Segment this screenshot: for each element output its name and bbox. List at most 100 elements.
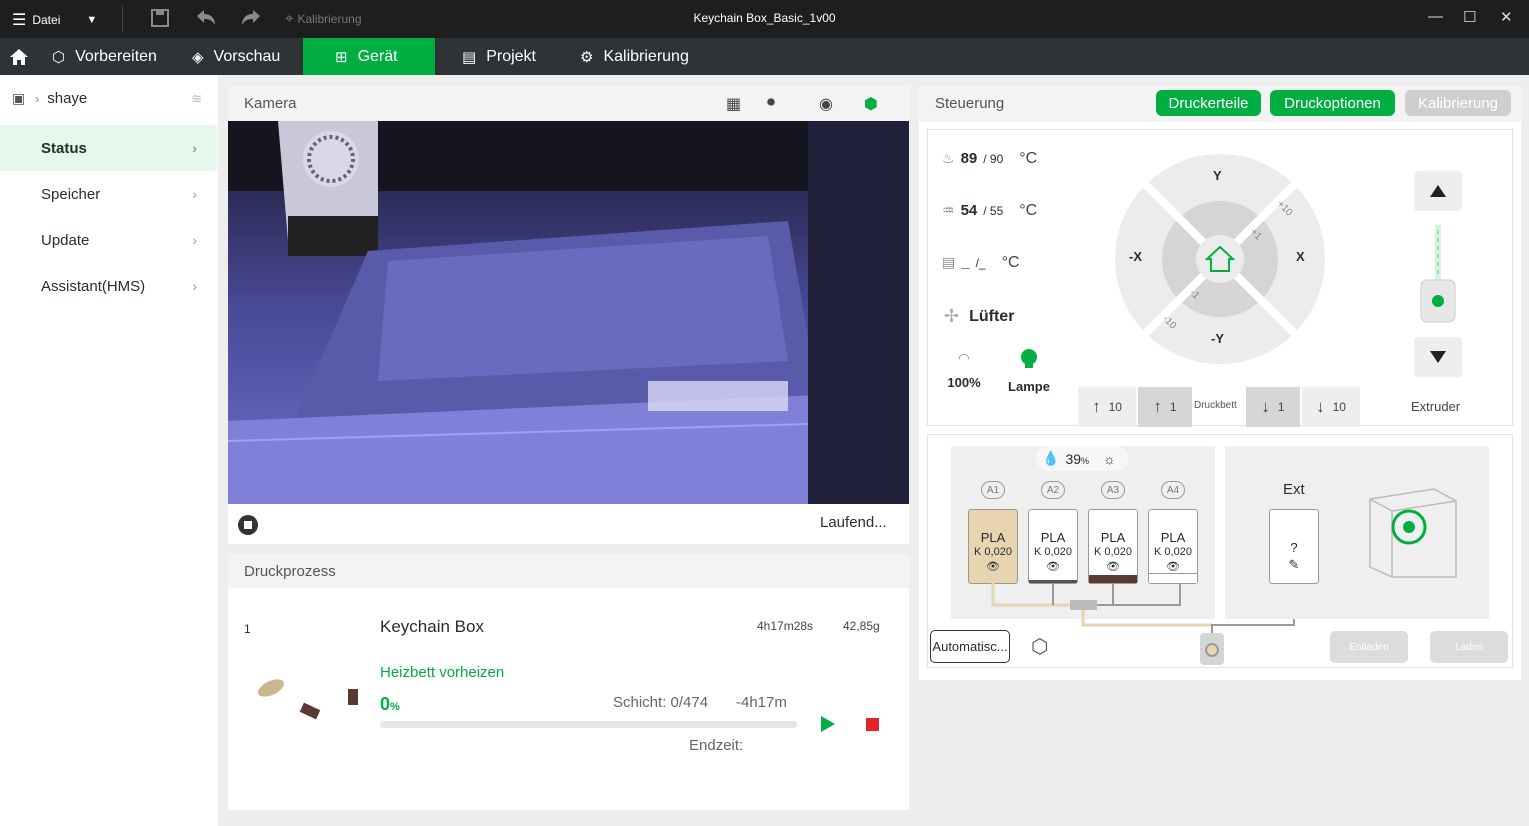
extruder-down-button[interactable] <box>1414 337 1462 377</box>
bed-down-10-button[interactable]: ↓ 10 <box>1302 387 1360 427</box>
title-bar: ☰ Datei ▼ ⌖ Kalibrierung Keychain Box_Ba… <box>0 0 1529 38</box>
sidebar-item-assistant[interactable]: Assistant(HMS) › <box>0 263 217 309</box>
close-icon[interactable]: ✕ <box>1500 8 1513 26</box>
sidebar-item-label: Assistant(HMS) <box>41 277 146 295</box>
timelapse-icon[interactable]: ▦ <box>726 94 741 114</box>
eye-icon: 👁 <box>1166 561 1180 573</box>
auto-refill-button[interactable]: Automatisc... <box>930 630 1010 663</box>
chevron-right-icon: › <box>192 140 197 156</box>
chevron-right-icon: › <box>192 186 197 202</box>
fan-control[interactable]: ✢ Lüfter <box>944 306 1014 327</box>
slot-a1-icon[interactable]: A1 <box>981 481 1005 499</box>
tab-label: Vorschau <box>213 47 281 65</box>
k-value: K 0,020 <box>974 546 1012 558</box>
stop-print-button[interactable] <box>866 718 879 731</box>
nozzle-icon: ♨ <box>942 150 955 166</box>
progress-percentage: 0% <box>380 694 400 715</box>
lamp-control[interactable]: Lampe <box>1007 348 1051 394</box>
ext-label: Ext <box>1283 481 1305 498</box>
k-value: K 0,020 <box>1154 546 1192 558</box>
chamber-temp-value: _ <box>961 254 970 271</box>
heatbed-icon: ♒ <box>942 202 955 218</box>
main-tab-bar: ⬡ Vorbereiten ◈ Vorschau ⊞ Gerät ▤ Proje… <box>0 38 1529 75</box>
plate-number: 1 <box>244 622 251 636</box>
chamber-temp-target: /_ <box>975 256 986 270</box>
bed-temperature[interactable]: ♒ 54 / 55 °C <box>942 202 1037 220</box>
home-tab[interactable] <box>0 38 38 75</box>
jog-x-plus[interactable]: X <box>1296 249 1305 264</box>
maximize-icon[interactable]: ☐ <box>1463 8 1476 26</box>
device-sidebar: ▣ › shaye ≋ Status › Speicher › Update ›… <box>0 75 218 826</box>
jog-x-minus[interactable]: -X <box>1129 249 1142 264</box>
bed-button-label: 1 <box>1169 400 1177 414</box>
unit-label: °C <box>1019 150 1038 167</box>
print-process-title: Druckprozess <box>244 563 336 580</box>
xy-jog-dial[interactable]: Y -Y X -X +10 +1 -1 -10 <box>1114 153 1326 365</box>
tab-project[interactable]: ▤ Projekt <box>448 38 550 75</box>
filament-type: PLA <box>1040 530 1066 545</box>
speed-value: 100% <box>947 375 981 390</box>
sidebar-item-label: Update <box>41 231 90 249</box>
tab-device[interactable]: ⊞ Gerät <box>303 38 435 75</box>
printer-selector[interactable]: ▣ › shaye ≋ <box>12 90 202 107</box>
slot-a4-icon[interactable]: A4 <box>1161 481 1185 499</box>
bed-up-10-button[interactable]: ↑ 10 <box>1078 387 1136 427</box>
gear-icon: ⚙ <box>580 48 594 66</box>
print-duration: 4h17m28s <box>757 619 814 633</box>
sidebar-item-label: Speicher <box>41 185 101 203</box>
print-process-panel: Druckprozess 1 Keychain Box 4h17m28s 42,… <box>228 554 909 810</box>
jog-y-minus[interactable]: -Y <box>1211 331 1224 346</box>
sidebar-item-update[interactable]: Update › <box>0 217 217 263</box>
sidebar-item-label: Status <box>41 139 87 157</box>
stop-stream-icon[interactable] <box>238 515 258 535</box>
window-title: Keychain Box_Basic_1v00 <box>693 11 836 25</box>
eye-icon: 👁 <box>1106 561 1120 573</box>
ext-spool-slot[interactable]: ? ✎ <box>1269 509 1319 584</box>
progress-value: 0 <box>380 694 391 714</box>
tab-label: Vorbereiten <box>75 47 157 65</box>
ams-slot-a1[interactable]: PLA K 0,020 👁 <box>968 509 1018 584</box>
bed-up-1-button[interactable]: ↑ 1 <box>1138 387 1192 427</box>
tab-prepare[interactable]: ⬡ Vorbereiten <box>38 38 171 75</box>
lamp-label: Lampe <box>1008 379 1050 394</box>
minimize-icon[interactable]: — <box>1428 8 1443 25</box>
unload-button[interactable]: Entladen <box>1330 631 1408 663</box>
resume-button[interactable] <box>819 714 837 739</box>
unit-label: °C <box>1001 254 1020 271</box>
arrow-down-icon: ↓ <box>1261 397 1270 416</box>
toolhead-icon <box>1200 633 1224 665</box>
slot-a3-icon[interactable]: A3 <box>1101 481 1125 499</box>
speed-control[interactable]: ◠ 100% <box>946 350 982 390</box>
extruder-up-button[interactable] <box>1414 171 1462 211</box>
sidebar-item-status[interactable]: Status › <box>0 125 217 171</box>
jog-y-plus[interactable]: Y <box>1213 168 1222 183</box>
plate-thumbnail <box>253 664 363 724</box>
calibration-button[interactable]: Kalibrierung <box>1405 90 1511 116</box>
tab-calibration[interactable]: ⚙ Kalibrierung <box>566 38 703 75</box>
tab-label: Projekt <box>486 47 536 65</box>
arrow-up-icon: ↑ <box>1153 397 1162 416</box>
load-button[interactable]: Laden <box>1430 631 1508 663</box>
webcam-icon[interactable]: ◉ <box>819 94 833 114</box>
nozzle-temperature[interactable]: ♨ 89 / 90 °C <box>942 150 1037 168</box>
camera-settings-icon[interactable]: ⬢ <box>864 94 878 114</box>
bed-down-1-button[interactable]: ↓ 1 <box>1246 387 1300 427</box>
bed-button-label: 1 <box>1277 400 1285 414</box>
recording-icon[interactable]: ⏺ <box>767 94 775 112</box>
print-options-button[interactable]: Druckoptionen <box>1270 90 1395 116</box>
ams-slot-a3[interactable]: PLA K 0,020 👁 <box>1088 509 1138 584</box>
home-axis-icon[interactable] <box>1205 245 1235 273</box>
printer-parts-button[interactable]: Druckerteile <box>1156 90 1261 116</box>
tab-preview[interactable]: ◈ Vorschau <box>178 38 294 75</box>
sidebar-item-storage[interactable]: Speicher › <box>0 171 217 217</box>
ams-slot-a2[interactable]: PLA K 0,020 👁 <box>1028 509 1078 584</box>
ams-slot-a4[interactable]: PLA K 0,020 👁 <box>1148 509 1198 584</box>
ams-settings-icon[interactable]: ⬡ <box>1031 634 1048 659</box>
device-icon: ⊞ <box>335 48 348 66</box>
ams-humidity[interactable]: 💧 39% ☼ <box>1036 446 1128 471</box>
slot-a2-icon[interactable]: A2 <box>1041 481 1065 499</box>
chamber-icon: ▤ <box>942 254 956 270</box>
print-process-header: Druckprozess <box>228 554 909 588</box>
fan-label: Lüfter <box>969 307 1015 325</box>
camera-header: Kamera <box>228 86 909 121</box>
